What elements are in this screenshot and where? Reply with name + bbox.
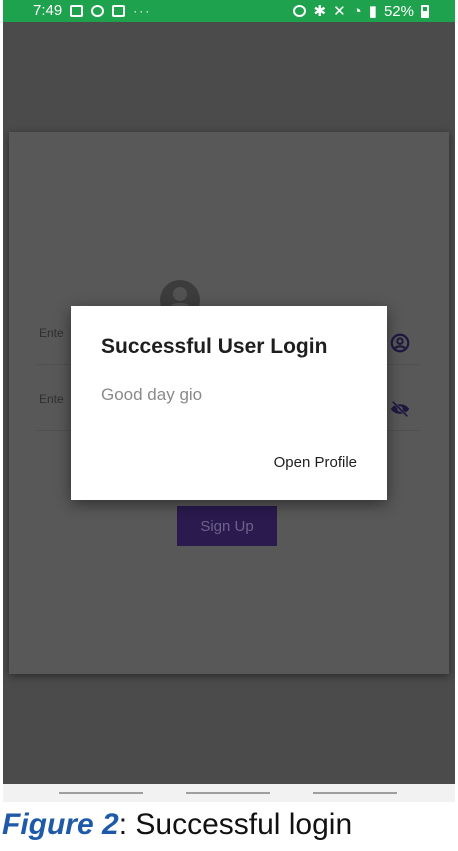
person-icon xyxy=(91,4,105,17)
more-notifications-icon: ··· xyxy=(133,3,152,18)
email-field-label[interactable]: Ente xyxy=(39,326,64,340)
figure-caption: Figure 2: Successful login xyxy=(2,808,352,842)
wifi-icon: ◔ xyxy=(352,2,362,20)
visibility-off-icon[interactable] xyxy=(389,398,411,420)
status-left: 7:49 ··· xyxy=(33,2,151,19)
sign-up-button[interactable]: Sign Up xyxy=(177,506,277,546)
signal-icon: ▮ xyxy=(368,3,377,20)
navigation-bar xyxy=(3,784,455,802)
alarm-icon xyxy=(293,5,307,17)
app-icon xyxy=(112,4,126,17)
battery-percent: 52% xyxy=(383,2,414,20)
status-bar: 7:49 ··· ✱ ✕ ◔ ▮ 52% xyxy=(3,0,455,22)
caption-text: : Successful login xyxy=(118,808,353,841)
status-time: 7:49 xyxy=(33,2,63,19)
dialog-title: Successful User Login xyxy=(101,335,328,358)
app-background xyxy=(3,22,455,132)
image-icon xyxy=(70,4,84,17)
mute-icon: ✕ xyxy=(333,3,346,20)
nav-back-pill[interactable] xyxy=(313,792,397,794)
login-success-dialog: Successful User Login Good day gio Open … xyxy=(71,306,387,500)
nav-home-pill[interactable] xyxy=(186,792,270,794)
open-profile-button[interactable]: Open Profile xyxy=(274,454,357,471)
status-right: ✱ ✕ ◔ ▮ 52% xyxy=(293,2,429,20)
battery-icon xyxy=(421,4,429,18)
password-field-label[interactable]: Ente xyxy=(39,392,64,406)
person-circle-icon[interactable] xyxy=(389,332,411,354)
nav-recents-pill[interactable] xyxy=(59,792,143,794)
bluetooth-icon: ✱ xyxy=(313,3,327,20)
figure-label: Figure 2 xyxy=(2,808,119,841)
phone-screen: 7:49 ··· ✱ ✕ ◔ ▮ 52% Ente Ente Sign Up S… xyxy=(3,0,455,802)
dialog-message: Good day gio xyxy=(101,385,203,404)
